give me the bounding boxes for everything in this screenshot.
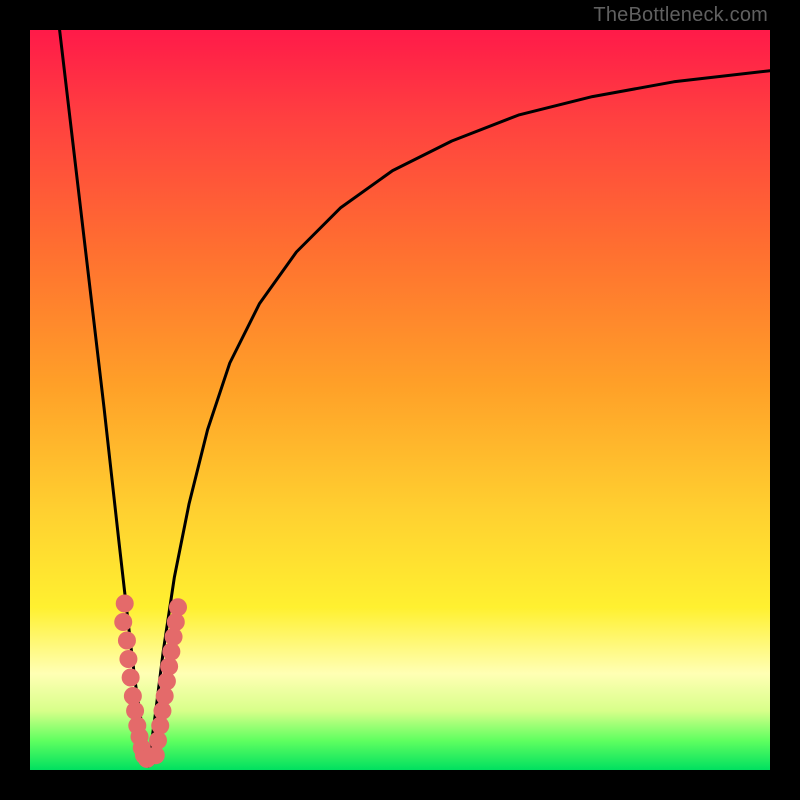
- plot-area: [30, 30, 770, 770]
- chart-frame: TheBottleneck.com: [0, 0, 800, 800]
- watermark-text: TheBottleneck.com: [593, 4, 768, 27]
- chart-svg: [30, 30, 770, 770]
- curve-right-branch: [148, 71, 770, 767]
- scatter-dot: [122, 669, 140, 687]
- scatter-dot: [119, 650, 137, 668]
- scatter-dot: [116, 595, 134, 613]
- scatter-dot: [118, 632, 136, 650]
- scatter-dot: [169, 598, 187, 616]
- scatter-cluster: [114, 595, 187, 768]
- scatter-dot: [114, 613, 132, 631]
